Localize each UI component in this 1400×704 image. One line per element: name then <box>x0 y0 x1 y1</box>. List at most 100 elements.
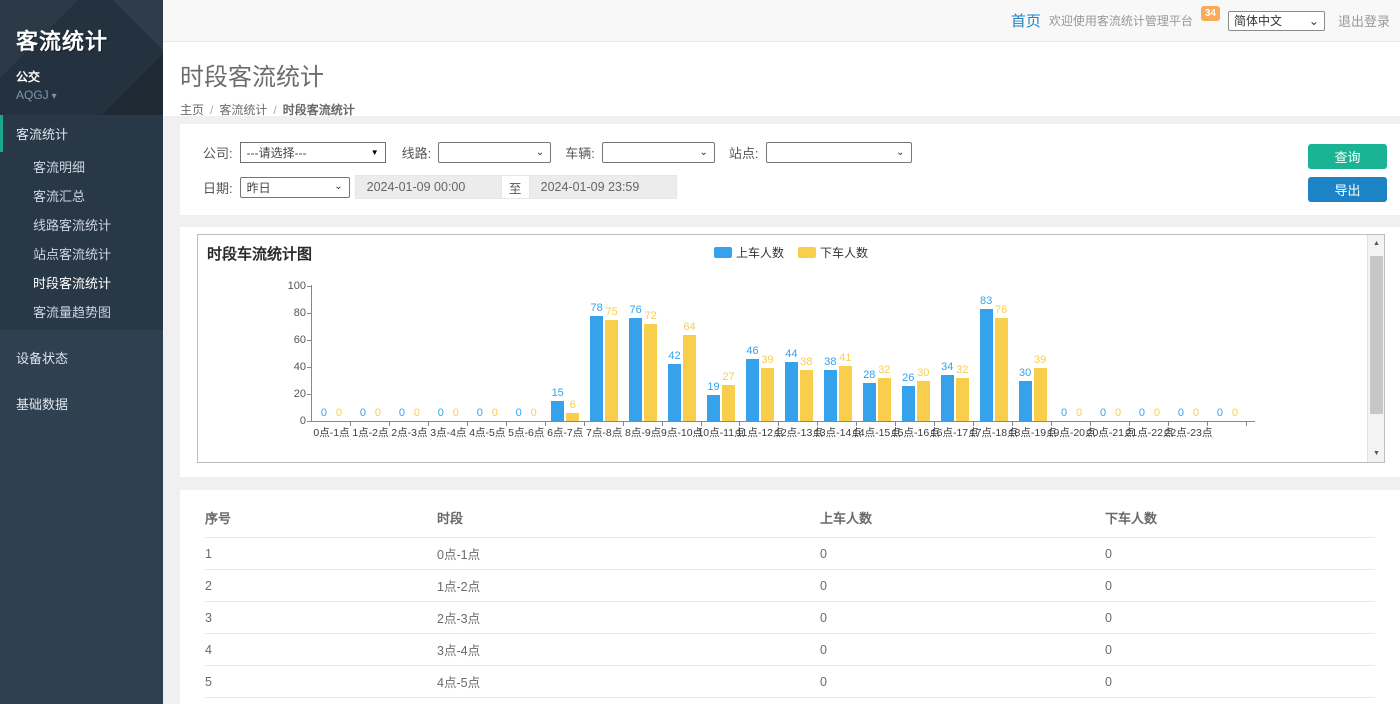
x-tick-label: 5点-6点 <box>507 425 546 440</box>
sidebar-item[interactable]: 站点客流统计 <box>0 239 163 268</box>
bar[interactable]: 27 <box>722 385 735 421</box>
sidebar-item[interactable]: 时段客流统计 <box>0 268 163 297</box>
sidebar-section[interactable]: 基础数据 <box>0 385 163 422</box>
table-row: 10点-1点00 <box>205 538 1375 570</box>
logout-link[interactable]: 退出登录 <box>1338 11 1390 30</box>
sidebar-item[interactable]: 客流量趋势图 <box>0 297 163 326</box>
breadcrumb-home[interactable]: 主页 <box>180 103 204 117</box>
filter-row-1: 公司: ---请选择--- ▼ 线路: ⌄ 车辆: ⌄ 站点: <box>203 142 1290 163</box>
date-label: 日期: <box>203 178 233 197</box>
bar[interactable]: 83 <box>980 309 993 421</box>
bar[interactable]: 30 <box>1019 381 1032 422</box>
bar[interactable]: 39 <box>1034 368 1047 421</box>
sidebar-section-passenger-stats[interactable]: 客流统计 <box>0 115 163 152</box>
chart-scroll-container: 时段车流统计图 上车人数下车人数 020406080100 0000000000… <box>197 234 1385 463</box>
bar[interactable]: 34 <box>941 375 954 421</box>
date-preset-value: 昨日 <box>247 179 271 196</box>
chart-panel: 时段车流统计图 上车人数下车人数 020406080100 0000000000… <box>180 227 1400 477</box>
bar[interactable]: 42 <box>668 364 681 421</box>
sidebar-section[interactable]: 设备状态 <box>0 339 163 376</box>
bar-group: 00 <box>468 286 507 421</box>
sidebar-item[interactable]: 线路客流统计 <box>0 210 163 239</box>
scrollbar-thumb[interactable] <box>1370 256 1383 414</box>
bar-fill <box>1034 368 1047 421</box>
table-cell: 0点-1点 <box>437 538 820 570</box>
line-select[interactable]: ⌄ <box>438 142 551 163</box>
bar[interactable]: 19 <box>707 395 720 421</box>
table-panel: 序号 时段 上车人数 下车人数 10点-1点0021点-2点0032点-3点00… <box>180 490 1400 704</box>
bar-value-label: 41 <box>839 352 851 364</box>
bar-value-label: 78 <box>591 302 603 314</box>
sidebar-item[interactable]: 客流汇总 <box>0 181 163 210</box>
bar-fill <box>785 362 798 421</box>
app-title: 客流统计 <box>16 24 147 56</box>
chart-vertical-scrollbar[interactable]: ▲ ▼ <box>1367 235 1384 462</box>
company-select[interactable]: ---请选择--- ▼ <box>240 142 386 163</box>
bar[interactable]: 6 <box>566 413 579 421</box>
bar[interactable]: 76 <box>995 318 1008 421</box>
bar-value-label: 0 <box>531 407 537 419</box>
bar-group: 4639 <box>740 286 779 421</box>
chart-bars: 0000000000001567875767242641927463944383… <box>312 286 1247 421</box>
home-link[interactable]: 首页 <box>1011 10 1041 31</box>
table-cell: 5点-6点 <box>437 698 820 704</box>
table-cell: 1点-2点 <box>437 570 820 602</box>
bar[interactable]: 46 <box>746 359 759 421</box>
bar-group: 00 <box>390 286 429 421</box>
bar[interactable]: 38 <box>800 370 813 421</box>
scrollbar-up-arrow-icon[interactable]: ▲ <box>1368 235 1385 252</box>
bar-fill <box>644 324 657 421</box>
bar-value-label: 42 <box>668 350 680 362</box>
y-tick-label: 0 <box>276 415 306 427</box>
bar-value-label: 30 <box>917 367 929 379</box>
bar[interactable]: 15 <box>551 401 564 421</box>
export-button[interactable]: 导出 <box>1308 177 1387 202</box>
sidebar-item[interactable]: 客流明细 <box>0 152 163 181</box>
x-tick-label: 2点-3点 <box>390 425 429 440</box>
bar[interactable]: 32 <box>956 378 969 421</box>
user-menu[interactable]: AQGJ▾ <box>16 88 147 102</box>
date-to-label: 至 <box>502 175 529 199</box>
bar-value-label: 15 <box>552 387 564 399</box>
bar-group: 00 <box>429 286 468 421</box>
bar[interactable]: 38 <box>824 370 837 421</box>
language-select[interactable]: 简体中文 ⌄ <box>1228 11 1325 31</box>
vehicle-select[interactable]: ⌄ <box>602 142 715 163</box>
filter-row-2: 日期: 昨日 ⌄ 2024-01-09 00:00 至 2024-01-09 2… <box>203 175 1290 199</box>
bar[interactable]: 28 <box>863 383 876 421</box>
bar-fill <box>683 335 696 421</box>
sidebar-submenu: 客流明细客流汇总线路客流统计站点客流统计时段客流统计客流量趋势图 <box>0 152 163 330</box>
bar-group: 4438 <box>779 286 818 421</box>
x-tick-label: 18点-19点 <box>1013 425 1052 440</box>
line-label: 线路: <box>402 143 432 162</box>
breadcrumb-section[interactable]: 客流统计 <box>219 103 267 117</box>
date-preset-select[interactable]: 昨日 ⌄ <box>240 177 350 198</box>
bar-fill <box>863 383 876 421</box>
x-tick-label: 3点-4点 <box>429 425 468 440</box>
scrollbar-down-arrow-icon[interactable]: ▼ <box>1368 445 1385 462</box>
bar[interactable]: 75 <box>605 320 618 421</box>
query-button[interactable]: 查询 <box>1308 144 1387 169</box>
page-title: 时段客流统计 <box>180 57 1400 92</box>
date-start-input[interactable]: 2024-01-09 00:00 <box>355 175 502 199</box>
bar[interactable]: 78 <box>590 316 603 421</box>
bar-group: 00 <box>1091 286 1130 421</box>
bar[interactable]: 39 <box>761 368 774 421</box>
bar[interactable]: 72 <box>644 324 657 421</box>
bar[interactable]: 26 <box>902 386 915 421</box>
date-end-input[interactable]: 2024-01-09 23:59 <box>529 175 677 199</box>
station-select[interactable]: ⌄ <box>766 142 912 163</box>
table-cell: 4点-5点 <box>437 666 820 698</box>
bar[interactable]: 30 <box>917 381 930 422</box>
bar-value-label: 32 <box>878 364 890 376</box>
y-tick-label: 20 <box>276 388 306 400</box>
bar-fill <box>707 395 720 421</box>
bar-value-label: 0 <box>492 407 498 419</box>
bar[interactable]: 76 <box>629 318 642 421</box>
bar-value-label: 39 <box>761 354 773 366</box>
bar[interactable]: 44 <box>785 362 798 421</box>
bar[interactable]: 32 <box>878 378 891 421</box>
bar[interactable]: 64 <box>683 335 696 421</box>
bar[interactable]: 41 <box>839 366 852 421</box>
table-row: 65点-6点00 <box>205 698 1375 704</box>
